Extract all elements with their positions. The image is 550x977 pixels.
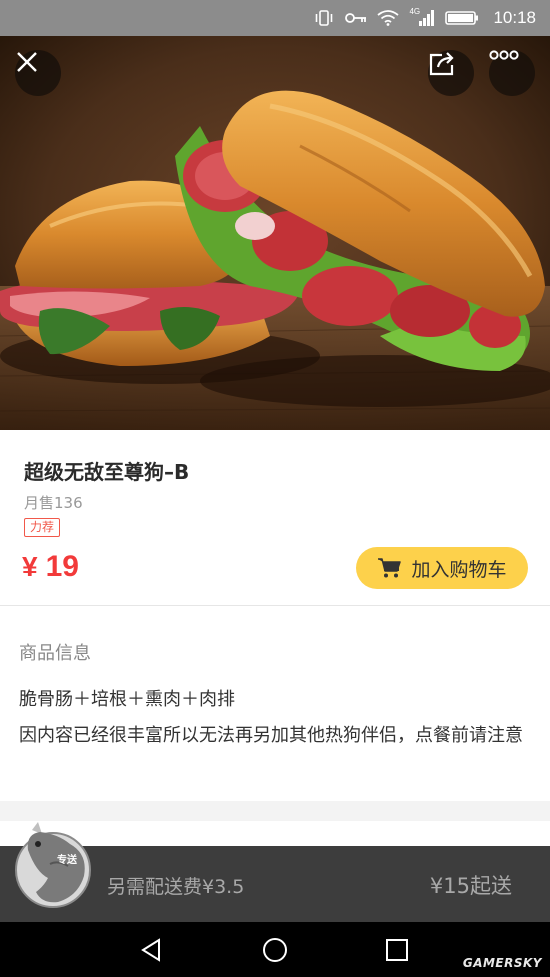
cart-mascot[interactable]: 专送 [14, 820, 92, 908]
product-info: 超级无敌至尊狗–B 月售136 力荐 ¥19 加入购物车 [0, 430, 550, 606]
share-button[interactable] [428, 50, 474, 96]
watermark: GAMERSKY [462, 956, 542, 970]
delivery-fee: 另需配送费¥3.5 [107, 876, 245, 898]
back-button[interactable] [136, 934, 168, 966]
recent-apps-button[interactable] [381, 934, 413, 966]
more-options-button[interactable] [489, 50, 535, 96]
price-value: 19 [45, 550, 79, 583]
express-badge: 专送 [57, 855, 77, 866]
status-bar: 4G 10:18 [0, 0, 550, 36]
currency-symbol: ¥ [22, 551, 38, 582]
add-to-cart-label: 加入购物车 [411, 558, 507, 581]
product-details: 商品信息 脆骨肠＋培根＋熏肉＋肉排 因内容已经很丰富所以无法再另加其他热狗伴侣，… [0, 607, 550, 801]
product-title: 超级无敌至尊狗–B [24, 460, 190, 484]
home-button[interactable] [259, 934, 291, 966]
sandwich-illustration [0, 36, 550, 430]
signal-4g-icon: 4G [409, 7, 435, 26]
screen: 4G 10:18 超级无敌至尊狗–B 月售136 力荐 ¥ 19 加入购物车 商… [0, 0, 550, 977]
home-icon [263, 938, 287, 962]
back-icon [141, 938, 160, 962]
add-to-cart-button[interactable]: 加入购物车 [356, 547, 528, 589]
kangaroo-mascot-icon [15, 822, 91, 908]
network-label: 4G [409, 7, 421, 16]
close-icon [17, 52, 37, 72]
close-button[interactable] [15, 50, 61, 96]
vibrate-icon [313, 10, 335, 26]
share-icon [429, 52, 454, 76]
ingredients-text: 脆骨肠＋培根＋熏肉＋肉排 [19, 689, 235, 710]
monthly-sales: 月售136 [24, 494, 83, 512]
wifi-icon [377, 10, 400, 26]
clock: 10:18 [493, 8, 536, 27]
product-price: ¥19 [22, 550, 79, 584]
order-note: 因内容已经很丰富所以无法再另加其他热狗伴侣，点餐前请注意 [19, 725, 523, 746]
battery-icon [445, 10, 479, 26]
key-icon [345, 10, 367, 26]
recent-apps-icon [386, 939, 408, 961]
section-divider [0, 801, 550, 821]
section-title: 商品信息 [19, 643, 91, 664]
cart-icon [378, 558, 402, 578]
navigation-bar: GAMERSKY [0, 922, 550, 977]
more-icon [489, 50, 519, 60]
recommend-badge: 力荐 [24, 518, 61, 537]
minimum-order: ¥15起送 [429, 874, 512, 898]
product-photo [0, 36, 550, 430]
